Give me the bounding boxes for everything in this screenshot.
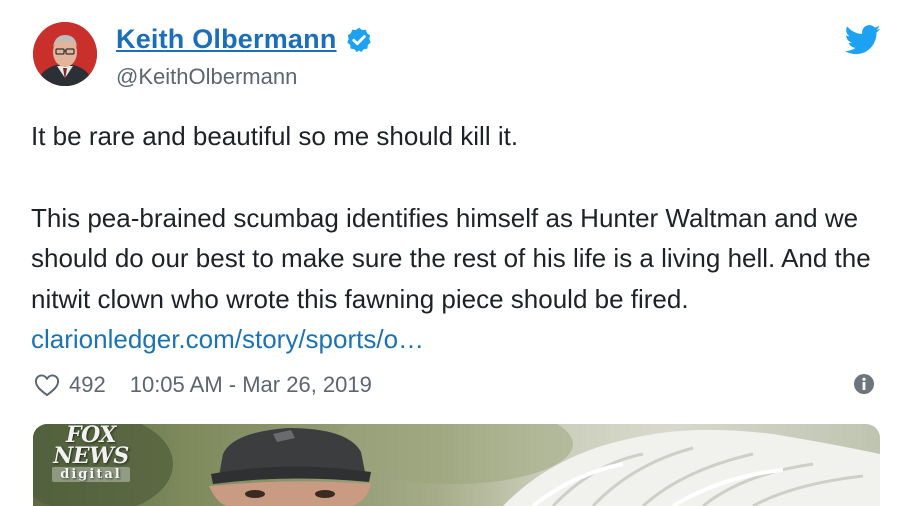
- verified-badge-icon: [345, 26, 373, 54]
- author-row: Keith Olbermann: [116, 24, 373, 55]
- heart-icon[interactable]: [33, 371, 61, 399]
- tweet-paragraph-1: It be rare and beautiful so me should ki…: [31, 121, 519, 151]
- like-count: 492: [69, 372, 106, 397]
- tweet-meta: 492 10:05 AM - Mar 26, 2019: [33, 368, 372, 402]
- article-link[interactable]: clarionledger.com/story/sports/o…: [31, 324, 424, 354]
- watermark-line-2: NEWS: [53, 443, 129, 469]
- watermark-line-3: digital: [52, 467, 130, 482]
- tweet-timestamp[interactable]: 10:05 AM - Mar 26, 2019: [130, 372, 372, 398]
- author-handle[interactable]: @KeithOlbermann: [116, 64, 297, 90]
- tweet-paragraph-2-text: This pea-brained scumbag identifies hims…: [31, 202, 871, 314]
- tweet-body: It be rare and beautiful so me should ki…: [31, 116, 871, 360]
- twitter-bird-icon[interactable]: [844, 25, 881, 55]
- tweet-paragraph-2: This pea-brained scumbag identifies hims…: [31, 198, 871, 360]
- tweet-media-image[interactable]: [33, 424, 880, 506]
- tweet-card: Keith Olbermann @KeithOlbermann It be ra…: [0, 0, 900, 506]
- info-icon[interactable]: [853, 373, 875, 395]
- author-display-name[interactable]: Keith Olbermann: [116, 24, 337, 55]
- avatar[interactable]: [33, 22, 97, 86]
- fox-news-watermark: FOX NEWS digital: [46, 424, 136, 486]
